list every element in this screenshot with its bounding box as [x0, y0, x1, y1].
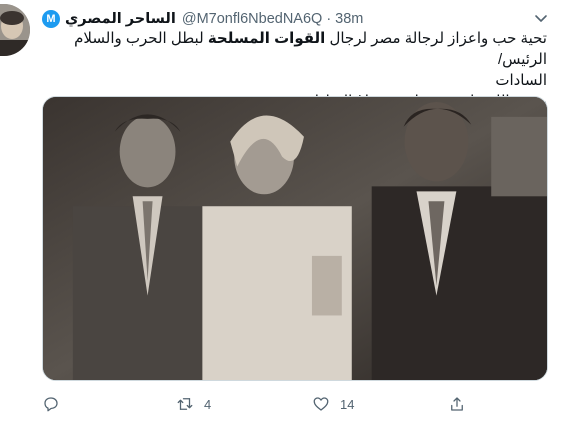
tweet-text-segment: تحية حب واعزاز لرجالة مصر لرجال — [325, 30, 547, 47]
tweet-photo[interactable] — [42, 96, 548, 381]
reply-icon — [44, 397, 58, 412]
heart-icon — [313, 397, 329, 411]
tweet-actions: 4 14 — [42, 393, 482, 415]
tweet-text-bold: القوات المسلحة — [207, 30, 326, 47]
display-name[interactable]: الساحر المصري — [65, 11, 176, 27]
retweet-count: 4 — [204, 396, 212, 412]
avatar-image — [0, 4, 30, 56]
tweet-text-line-1: تحية حب واعزاز لرجالة مصر لرجال القوات ا… — [42, 28, 547, 70]
like-count: 14 — [340, 396, 355, 412]
share-button[interactable] — [448, 395, 466, 413]
verified-badge: M — [42, 10, 60, 28]
photo-image — [43, 97, 547, 380]
user-handle[interactable]: @M7onfl6NbedNA6Q — [182, 11, 322, 27]
tweet-card[interactable]: M الساحر المصري @M7onfl6NbedNA6Q · 38m ت… — [0, 0, 563, 428]
avatar[interactable] — [0, 4, 30, 56]
tweet-header: M الساحر المصري @M7onfl6NbedNA6Q · 38m — [42, 8, 533, 30]
tweet-timestamp[interactable]: 38m — [335, 11, 363, 27]
reply-button[interactable] — [42, 395, 70, 413]
chevron-down-icon[interactable] — [533, 10, 549, 26]
retweet-button[interactable]: 4 — [176, 395, 211, 413]
retweet-icon — [177, 398, 193, 410]
tweet-text-line-2: السادات — [495, 72, 547, 89]
separator-dot: · — [326, 11, 332, 27]
like-button[interactable]: 14 — [312, 395, 354, 413]
share-icon — [451, 397, 463, 411]
